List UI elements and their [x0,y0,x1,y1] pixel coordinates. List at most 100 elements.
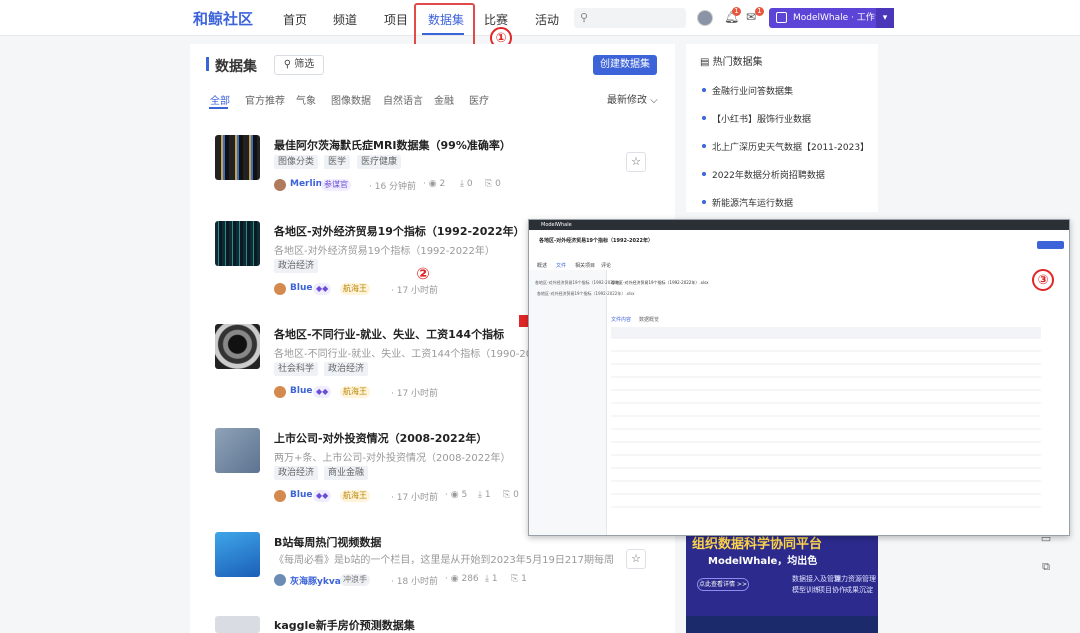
avatar[interactable] [274,490,286,502]
eye-icon: ◉ [428,179,437,189]
tab-medical[interactable]: 医疗 [469,92,489,107]
view-count: · ◉ 5 [445,490,468,500]
preview-table-grid [611,327,1041,517]
nav-home[interactable]: 首页 [283,11,307,28]
mail-badge: 1 [755,7,764,16]
tag[interactable]: 图像分类 [274,155,319,169]
bullet [702,88,706,92]
nav-channel[interactable]: 频道 [333,11,357,28]
author-name[interactable]: 灰海豚ykva [290,574,341,587]
bell-badge: 1 [732,7,741,16]
dataset-detail-preview: ModelWhale 各地区-对外经济贸易19个指标（1992-2022年） 概… [528,219,1070,536]
preview-tab-comments[interactable]: 评论 [601,262,611,269]
search-icon: ⚲ [580,11,589,24]
tag[interactable]: 政治经济 [274,466,319,480]
download-count: ⤓ 1 [485,574,498,584]
star-icon: ☆ [631,552,641,565]
dataset-title[interactable]: 各地区-对外经济贸易19个指标（1992-2022年） [274,223,525,239]
view-count: · ◉ 2 [423,179,446,189]
chevron-down-icon[interactable]: ▾ [876,8,894,28]
preview-action-button[interactable] [1037,241,1064,249]
create-dataset-button[interactable]: 创建数据集 [593,55,657,75]
fork-count: ⎘ 1 [511,574,527,584]
tab-all[interactable]: 全部 [210,92,230,107]
dataset-thumbnail[interactable] [215,532,260,577]
tag[interactable]: 医学 [324,155,351,169]
preview-content-tab[interactable]: 文件内容 [611,316,631,323]
fork-count: ⎘ 0 [503,490,519,500]
update-time: · 17 小时前 [391,389,439,399]
hot-dataset-link[interactable]: 2022年数据分析岗招聘数据 [712,168,825,181]
dataset-thumbnail[interactable] [215,221,260,266]
tag[interactable]: 社会科学 [274,362,319,376]
nav-competitions[interactable]: 比赛 [484,11,508,28]
preview-file-item[interactable]: 各地区-对外经济贸易19个指标（1992-2022年）.xlsx [537,291,635,297]
nav-events[interactable]: 活动 [535,11,559,28]
dataset-title[interactable]: kaggle新手房价预测数据集 [274,617,415,633]
tab-image[interactable]: 图像数据 [331,92,371,107]
tab-nlp[interactable]: 自然语言 [383,92,423,107]
secondary-banner[interactable] [686,616,878,633]
star-icon: ☆ [631,155,641,168]
banner-feature: 模型训练 [792,586,820,594]
update-time: · 18 小时前 [391,577,439,587]
dataset-title[interactable]: B站每周热门视频数据 [274,534,381,550]
hot-dataset-link[interactable]: 金融行业问答数据集 [712,84,793,97]
workbench-button[interactable]: ModelWhale · 工作台 ▾ [769,8,894,28]
preview-overview-tab[interactable]: 数据概览 [639,316,659,323]
rank-badge: 航海王 [340,490,370,502]
update-time: · 17 小时前 [391,493,439,503]
eye-icon: ◉ [450,574,459,584]
banner-feature: 成果沉淀 [845,586,873,594]
dataset-thumbnail[interactable] [215,616,260,633]
fork-count: ⎘ 0 [485,179,501,189]
dataset-title[interactable]: 各地区-不同行业-就业、失业、工资144个指标 [274,326,504,342]
author-name[interactable]: Merlin [290,179,322,189]
tag[interactable]: 政治经济 [324,362,369,376]
update-time: · 17 小时前 [391,286,439,296]
author-name[interactable]: Blue [290,283,312,293]
dataset-thumbnail[interactable] [215,428,260,473]
workbench-label: ModelWhale · 工作台 [793,13,884,23]
star-button[interactable]: ☆ [626,152,646,172]
nav-projects[interactable]: 项目 [384,11,408,28]
author-name[interactable]: Blue [290,386,312,396]
dataset-thumbnail[interactable] [215,324,260,369]
rank-badge: 航海王 [340,283,370,295]
star-button[interactable]: ☆ [626,549,646,569]
level-badge: ◆◆ [313,283,332,295]
preview-tab-projects[interactable]: 相关项目 [575,262,595,269]
dataset-title[interactable]: 最佳阿尔茨海默氏症MRI数据集（99%准确率） [274,137,511,153]
search-input[interactable]: ⚲ [574,8,686,28]
tab-official[interactable]: 官方推荐 [245,92,285,107]
bullet [702,116,706,120]
filter-button[interactable]: ⚲ 筛选 [274,55,324,75]
dataset-title[interactable]: 上市公司-对外投资情况（2008-2022年） [274,430,487,446]
avatar[interactable] [274,179,286,191]
tag[interactable]: 医疗健康 [357,155,402,169]
avatar[interactable] [274,574,286,586]
preview-file-tree [529,270,607,535]
preview-tab-files[interactable]: 文件 [556,262,566,269]
tag[interactable]: 政治经济 [274,259,319,273]
banner-detail-button[interactable]: 点此查看详情 >> [697,578,749,591]
preview-brand: ModelWhale [541,222,572,228]
level-badge: ◆◆ [313,490,332,502]
rank-badge: 冲浪手 [340,574,370,586]
hot-dataset-link[interactable]: 【小红书】服饰行业数据 [712,112,811,125]
author-name[interactable]: Blue [290,490,312,500]
user-avatar[interactable] [697,10,713,26]
sort-dropdown[interactable]: 最新修改 ⌵ [607,91,658,106]
update-time: · 16 分钟前 [369,182,417,192]
feedback-icon[interactable]: ⧉ [1036,560,1056,580]
hot-dataset-link[interactable]: 新能源汽车运行数据 [712,196,793,209]
tab-weather[interactable]: 气象 [296,92,316,107]
site-logo[interactable]: 和鲸社区 [193,8,253,29]
avatar[interactable] [274,386,286,398]
dataset-thumbnail[interactable] [215,135,260,180]
preview-tab-overview[interactable]: 概述 [537,262,547,269]
tab-finance[interactable]: 金融 [434,92,454,107]
tag[interactable]: 商业金融 [324,466,369,480]
hot-dataset-link[interactable]: 北上广深历史天气数据【2011-2023】 [712,140,869,153]
avatar[interactable] [274,283,286,295]
